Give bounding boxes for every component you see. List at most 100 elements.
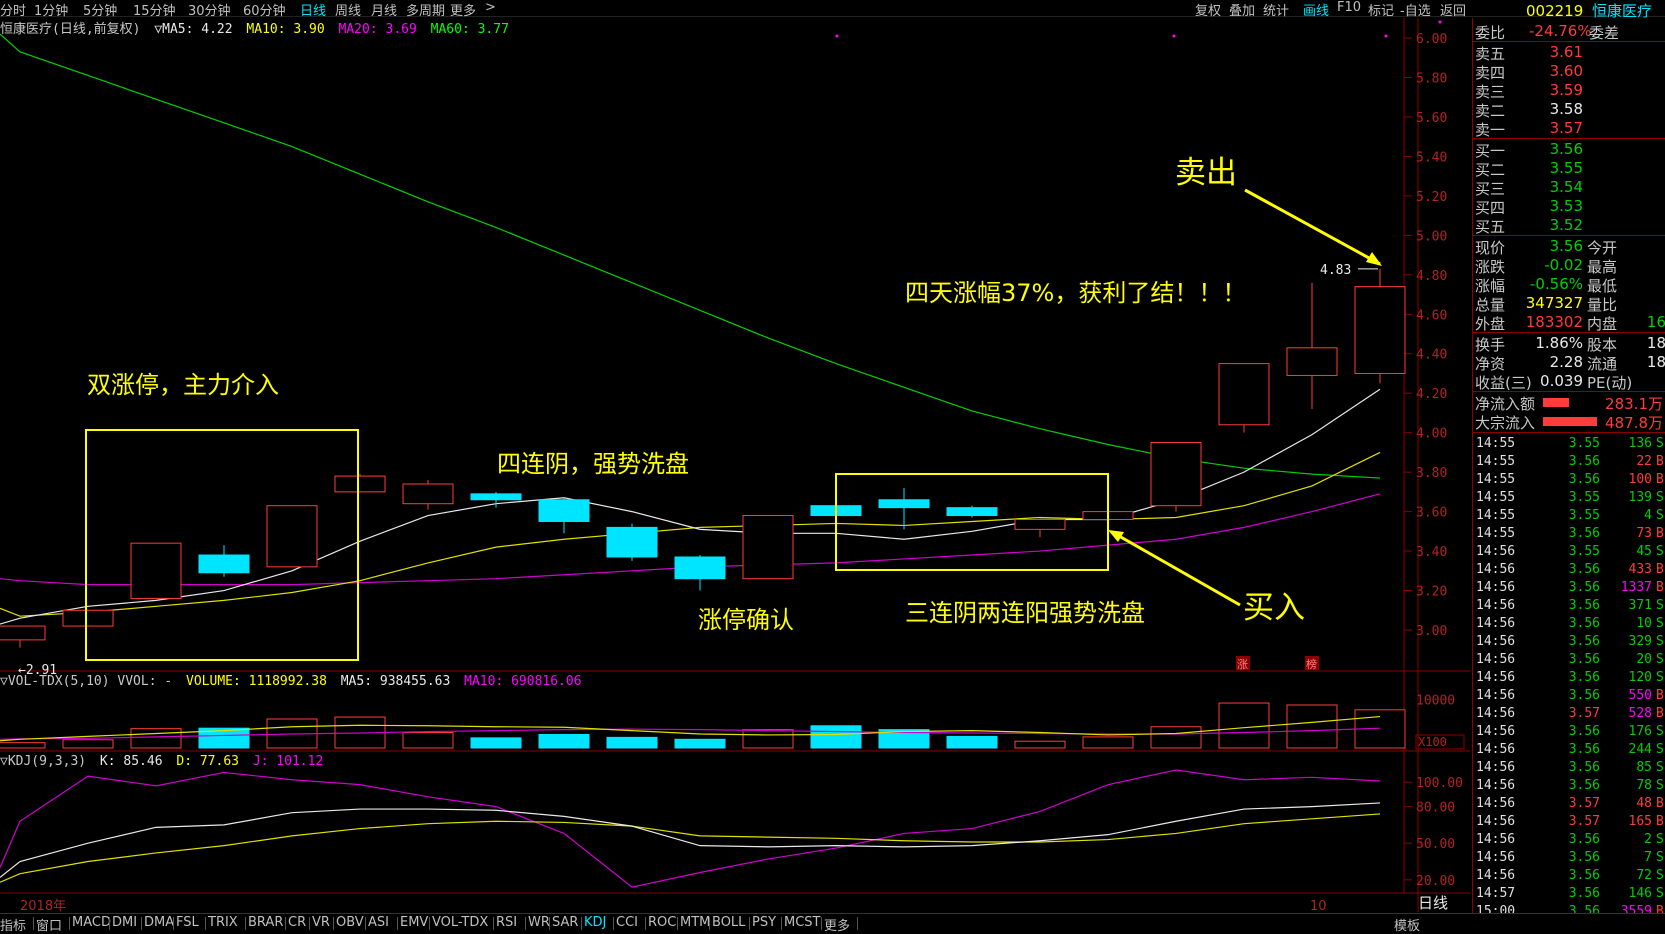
volume-bar[interactable] <box>130 728 182 749</box>
volume-bar[interactable] <box>946 735 998 749</box>
indicator-tab-16[interactable]: SAR <box>552 915 578 930</box>
indicator-tab-11[interactable]: ASI <box>368 915 389 930</box>
period-tab-7[interactable]: 周线 <box>335 0 361 19</box>
volume-bar[interactable] <box>402 732 454 749</box>
volume-bar[interactable] <box>1014 740 1066 749</box>
stock-header[interactable]: 002219 恒康医疗 <box>1526 0 1652 21</box>
tick-row[interactable]: 14:56 3.56 550 B <box>1473 688 1665 706</box>
toolbar-item-1[interactable]: 叠加 <box>1229 0 1255 19</box>
indicator-tab-2[interactable]: MACD <box>72 915 111 930</box>
tick-row[interactable]: 14:55 3.56 73 B <box>1473 526 1665 544</box>
indicator-tab-12[interactable]: EMV <box>400 915 428 930</box>
tick-row[interactable]: 14:56 3.56 329 S <box>1473 634 1665 652</box>
tick-row[interactable]: 14:55 3.55 139 S <box>1473 490 1665 508</box>
candle[interactable] <box>266 505 318 568</box>
candle[interactable] <box>538 497 590 534</box>
volume-bar[interactable] <box>674 738 726 749</box>
period-tab-0[interactable]: 分时 <box>0 0 26 19</box>
candle[interactable] <box>1218 363 1270 433</box>
indicator-tab-4[interactable]: DMA <box>144 915 174 930</box>
volume-bar[interactable] <box>742 729 794 749</box>
candle[interactable] <box>470 491 522 508</box>
indicator-tab-18[interactable]: CCI <box>616 915 638 930</box>
candle[interactable] <box>742 515 794 580</box>
kline-chart[interactable]: 6.00 5.80 5.60 5.40 5.20 5.00 4.80 4.60 4.40 4.20… <box>0 0 1470 912</box>
candle[interactable] <box>0 625 46 648</box>
candle[interactable] <box>1286 282 1338 409</box>
tick-row[interactable]: 14:56 3.56 20 S <box>1473 652 1665 670</box>
tick-row[interactable]: 14:56 3.56 10 S <box>1473 616 1665 634</box>
period-tab-6[interactable]: 日线 <box>300 0 326 19</box>
indicator-tab-1[interactable]: 窗口 <box>36 915 62 934</box>
indicator-tab-9[interactable]: VR <box>312 915 330 930</box>
tick-row[interactable]: 14:56 3.56 1337 B <box>1473 580 1665 598</box>
indicator-tab-6[interactable]: TRIX <box>208 915 238 930</box>
template-button[interactable]: 模板 <box>1394 915 1420 934</box>
tick-row[interactable]: 14:56 3.57 165 B <box>1473 814 1665 832</box>
tick-row[interactable]: 14:56 3.56 85 S <box>1473 760 1665 778</box>
volume-bar[interactable] <box>1286 704 1338 749</box>
candle[interactable] <box>1150 442 1202 512</box>
indicator-tab-24[interactable]: 更多 <box>824 915 850 934</box>
toolbar-item-6[interactable]: -自选 <box>1400 0 1431 19</box>
volume-bar[interactable] <box>1218 702 1270 749</box>
tick-row[interactable]: 14:56 3.56 2 S <box>1473 832 1665 850</box>
tick-row[interactable]: 14:56 3.56 244 S <box>1473 742 1665 760</box>
candle[interactable] <box>1014 518 1066 538</box>
tick-row[interactable]: 14:56 3.56 72 S <box>1473 868 1665 886</box>
period-tab-4[interactable]: 30分钟 <box>188 0 231 19</box>
period-tab-2[interactable]: 5分钟 <box>83 0 117 19</box>
indicator-tab-21[interactable]: BOLL <box>712 915 745 930</box>
period-tab-1[interactable]: 1分钟 <box>34 0 68 19</box>
indicator-tab-15[interactable]: WR <box>528 915 550 930</box>
indicator-tab-10[interactable]: OBV <box>336 915 364 930</box>
toolbar-item-5[interactable]: 标记 <box>1368 0 1394 19</box>
toolbar-item-0[interactable]: 复权 <box>1195 0 1221 19</box>
indicator-tab-20[interactable]: MTM <box>680 915 710 930</box>
indicator-tab-23[interactable]: MCST <box>784 915 821 930</box>
indicator-tab-19[interactable]: ROC <box>648 915 676 930</box>
indicator-tab-0[interactable]: 指标 <box>0 915 26 934</box>
volume-bar[interactable] <box>0 742 46 749</box>
toolbar-item-7[interactable]: 返回 <box>1440 0 1466 19</box>
volume-bar[interactable] <box>1082 736 1134 749</box>
indicator-tab-17[interactable]: KDJ <box>584 915 606 930</box>
candle[interactable] <box>402 480 454 510</box>
tick-row[interactable]: 14:56 3.56 176 S <box>1473 724 1665 742</box>
indicator-tab-13[interactable]: VOL-TDX <box>432 915 488 930</box>
period-tab-11[interactable]: > <box>485 0 496 15</box>
candle[interactable] <box>62 609 114 627</box>
period-tab-3[interactable]: 15分钟 <box>133 0 176 19</box>
candle[interactable] <box>198 545 250 577</box>
indicator-tab-22[interactable]: PSY <box>752 915 776 930</box>
tick-row[interactable]: 14:55 3.55 4 S <box>1473 508 1665 526</box>
volume-bar[interactable] <box>810 725 862 749</box>
volume-bar[interactable] <box>606 736 658 749</box>
tick-row[interactable]: 14:55 3.55 136 S <box>1473 436 1665 454</box>
volume-bar[interactable] <box>62 739 114 749</box>
tick-row[interactable]: 14:56 3.57 528 B <box>1473 706 1665 724</box>
tick-row[interactable]: 14:56 3.56 7 S <box>1473 850 1665 868</box>
toolbar-item-2[interactable]: 统计 <box>1263 0 1289 19</box>
tick-row[interactable]: 14:56 3.56 78 S <box>1473 778 1665 796</box>
candle[interactable] <box>334 474 386 493</box>
indicator-tab-14[interactable]: RSI <box>496 915 517 930</box>
tick-row[interactable]: 14:56 3.57 48 B <box>1473 796 1665 814</box>
indicator-tab-8[interactable]: CR <box>288 915 306 930</box>
candle[interactable] <box>878 487 930 530</box>
tick-row[interactable]: 14:57 3.56 146 S <box>1473 886 1665 904</box>
volume-bar[interactable] <box>538 733 590 749</box>
volume-bar[interactable] <box>1150 726 1202 749</box>
tick-row[interactable]: 14:55 3.56 100 B <box>1473 472 1665 490</box>
tick-row[interactable]: 14:55 3.56 22 B <box>1473 454 1665 472</box>
toolbar-item-4[interactable]: F10 <box>1337 0 1361 15</box>
candle[interactable] <box>1354 268 1406 384</box>
indicator-tab-5[interactable]: FSL <box>176 915 199 930</box>
tick-row[interactable]: 14:56 3.55 45 S <box>1473 544 1665 562</box>
candle[interactable] <box>674 555 726 591</box>
period-tab-5[interactable]: 60分钟 <box>243 0 286 19</box>
candle[interactable] <box>606 523 658 561</box>
period-tab-10[interactable]: 更多 <box>450 0 476 19</box>
tick-row[interactable]: 14:56 3.56 120 S <box>1473 670 1665 688</box>
volume-bar[interactable] <box>470 737 522 749</box>
